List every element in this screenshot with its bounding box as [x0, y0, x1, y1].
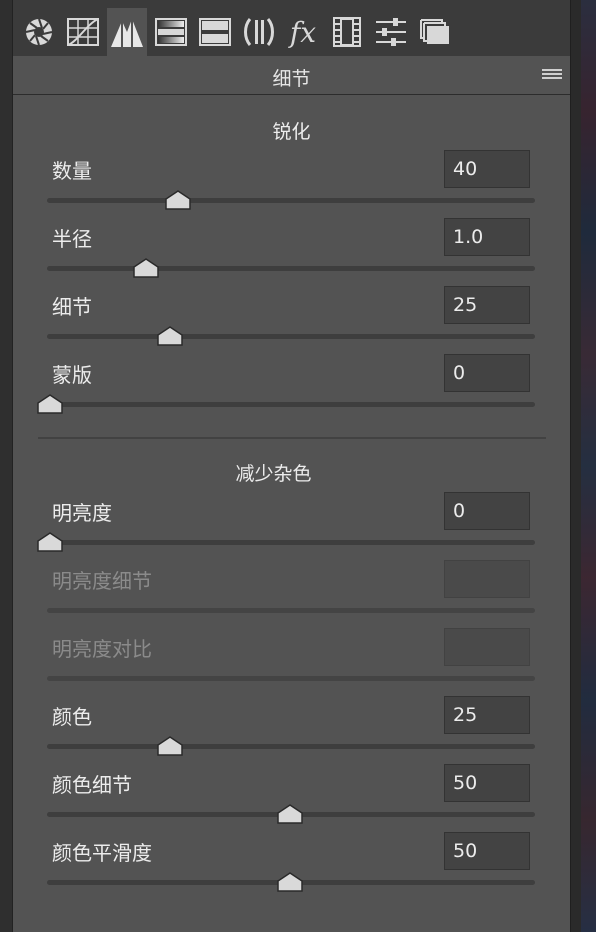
presets-sliders-icon: [375, 17, 407, 47]
slider-track: [47, 676, 535, 681]
slider-value-field[interactable]: 0: [444, 354, 530, 392]
panel-title: 细节: [272, 68, 311, 90]
tone-curve-icon: [67, 18, 99, 46]
slider-label: 细节: [52, 295, 92, 319]
slider-track[interactable]: [47, 540, 535, 545]
slider-value-field[interactable]: 50: [444, 764, 530, 802]
slider-value-field[interactable]: 0: [444, 492, 530, 530]
slider-thumb[interactable]: [133, 258, 159, 278]
panel-menu-icon[interactable]: [542, 69, 562, 83]
slider-value-field[interactable]: 25: [444, 286, 530, 324]
slider-label: 半径: [52, 227, 92, 251]
tool-presets[interactable]: [371, 8, 411, 56]
slider-label: 数量: [52, 159, 92, 183]
slider-value-field[interactable]: 40: [444, 150, 530, 188]
tool-tone-curve[interactable]: [63, 8, 103, 56]
lens-correction-icon: [243, 16, 275, 48]
slider-thumb[interactable]: [37, 394, 63, 414]
slider-track[interactable]: [47, 198, 535, 203]
preview-image-strip: [581, 0, 596, 932]
panel-header: 细节: [13, 56, 570, 95]
slider-track[interactable]: [47, 744, 535, 749]
noise-reduction-section-title: 减少杂色: [235, 463, 312, 485]
tool-hsl[interactable]: [151, 8, 191, 56]
camera-calibration-icon: [333, 17, 361, 47]
slider-track[interactable]: [47, 266, 535, 271]
slider-track[interactable]: [47, 402, 535, 407]
snapshots-icon: [419, 18, 451, 46]
slider-value-field: [444, 628, 530, 666]
slider-value-field[interactable]: 25: [444, 696, 530, 734]
slider-value-field[interactable]: 50: [444, 832, 530, 870]
tool-camera-calibration[interactable]: [327, 8, 367, 56]
slider-label: 蒙版: [52, 363, 92, 387]
slider-track: [47, 608, 535, 613]
tool-effects[interactable]: fx: [283, 8, 323, 56]
basic-aperture-icon: [24, 17, 54, 47]
slider-thumb[interactable]: [165, 190, 191, 210]
slider-label: 明亮度对比: [52, 637, 152, 661]
slider-value-field: [444, 560, 530, 598]
tool-snapshots[interactable]: [415, 8, 455, 56]
tool-lens-corrections[interactable]: [239, 8, 279, 56]
slider-thumb[interactable]: [37, 532, 63, 552]
slider-label: 明亮度: [52, 501, 112, 525]
tool-split-toning[interactable]: [195, 8, 235, 56]
slider-thumb[interactable]: [157, 736, 183, 756]
image-preview-edge: [570, 0, 596, 932]
effects-fx-icon: fx: [289, 15, 317, 49]
left-panel-edge: [0, 0, 13, 932]
tool-basic[interactable]: [19, 8, 59, 56]
panel-toolbar: fx: [13, 0, 570, 56]
detail-icon: [110, 16, 144, 48]
slider-label: 明亮度细节: [52, 569, 152, 593]
slider-thumb[interactable]: [277, 872, 303, 892]
split-toning-icon: [199, 18, 231, 46]
slider-track[interactable]: [47, 334, 535, 339]
section-divider: [38, 437, 546, 439]
slider-thumb[interactable]: [277, 804, 303, 824]
tool-detail[interactable]: [107, 8, 147, 56]
slider-label: 颜色平滑度: [52, 841, 152, 865]
slider-label: 颜色细节: [52, 773, 132, 797]
hsl-icon: [155, 18, 187, 46]
slider-thumb[interactable]: [157, 326, 183, 346]
slider-label: 颜色: [52, 705, 92, 729]
slider-value-field[interactable]: 1.0: [444, 218, 530, 256]
sharpening-section-title: 锐化: [272, 121, 311, 143]
